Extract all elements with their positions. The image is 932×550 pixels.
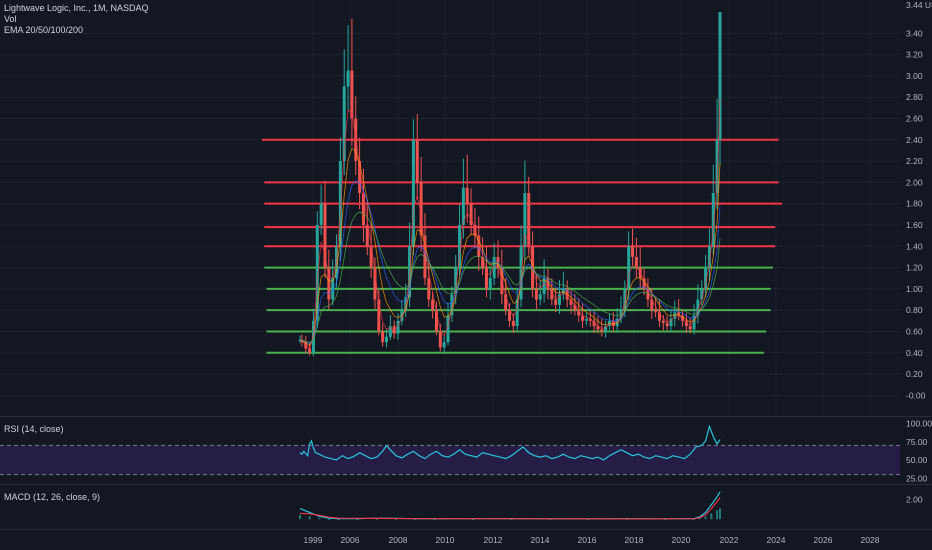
rsi-tick-label: 50.00	[906, 455, 928, 465]
rsi-tick-label: 25.00	[906, 473, 928, 483]
price-tick-label: 2.00	[906, 177, 923, 187]
rsi-legend: RSI (14, close)	[4, 424, 64, 435]
price-tick-label: 0.80	[906, 305, 923, 315]
macd-histogram-bar	[710, 513, 713, 520]
macd-histogram-bar	[308, 516, 311, 520]
price-tick-label: 1.40	[906, 241, 923, 251]
time-tick-label: 2020	[672, 535, 691, 545]
time-tick-label: 2010	[436, 535, 455, 545]
price-tick-label: 2.40	[906, 135, 923, 145]
macd-histogram-bar	[719, 508, 721, 520]
candle-body	[381, 331, 385, 343]
candle-body	[346, 70, 350, 87]
price-tick-label: -0.00	[906, 390, 926, 400]
time-tick-label: 1999	[304, 535, 323, 545]
price-tick-label: 1.60	[906, 220, 923, 230]
candle-body	[431, 299, 435, 311]
candle-body	[511, 320, 515, 327]
macd-tick-label: 2.00	[906, 495, 923, 505]
rsi-tick-label: 75.00	[906, 437, 928, 447]
pane-separator[interactable]	[0, 416, 932, 417]
time-tick-label: 2008	[389, 535, 408, 545]
macd-chart[interactable]: 2.00	[0, 486, 932, 528]
candle-body	[665, 322, 669, 327]
candle-body	[631, 246, 635, 257]
candle-body	[323, 203, 327, 268]
candle-body	[377, 299, 381, 332]
candle-body	[415, 139, 419, 183]
macd-signal-line	[299, 497, 721, 520]
macd-histogram-bar	[704, 516, 707, 520]
candle-body	[384, 336, 388, 343]
price-tick-label: 1.20	[906, 263, 923, 273]
candle-body	[688, 326, 692, 330]
time-tick-label: 2012	[484, 535, 503, 545]
chart-legend: Lightwave Logic, Inc., 1M, NASDAQ Vol EM…	[4, 3, 149, 36]
rsi-chart[interactable]: 100.00 75.00 50.00 25.00	[0, 418, 932, 484]
time-tick-label: 2026	[814, 535, 833, 545]
candle-body	[554, 299, 558, 305]
time-axis[interactable]: 1999 2006 2008 2010 2012 2014 2016 2018 2020 2022…	[0, 530, 932, 550]
time-tick-label: 2006	[341, 535, 360, 545]
rsi-band	[0, 445, 900, 475]
price-tick-label: 2.80	[906, 92, 923, 102]
candle-body	[350, 70, 354, 119]
price-tick-label: 2.60	[906, 113, 923, 123]
time-tick-label: 2014	[531, 535, 550, 545]
time-tick-label: 2028	[861, 535, 880, 545]
price-tick-label: 0.40	[906, 348, 923, 358]
candle-body	[527, 193, 531, 247]
macd-pane[interactable]: 2.00 MACD (12, 26, close, 9)	[0, 486, 932, 528]
rsi-pane[interactable]: 100.00 75.00 50.00 25.00 RSI (14, close)	[0, 418, 932, 484]
candle-body	[515, 299, 519, 327]
candle-body	[465, 187, 469, 204]
main-price-pane[interactable]: 3.40 3.20 3.00 2.80 2.60 2.40 2.20 2.00 1.80 1.60…	[0, 0, 932, 416]
candle-body	[534, 288, 538, 300]
macd-histogram-bar	[318, 518, 321, 520]
macd-legend: MACD (12, 26, close, 9)	[4, 492, 100, 503]
price-tick-label: 1.80	[906, 199, 923, 209]
candle-body	[654, 310, 658, 313]
candle-body	[508, 310, 512, 321]
candle-body	[442, 342, 446, 348]
candle-body	[600, 329, 604, 332]
candle-body	[319, 203, 323, 225]
macd-label: MACD (12, 26, close, 9)	[4, 492, 101, 502]
price-tick-label: 2.20	[906, 156, 923, 166]
pane-separator[interactable]	[0, 484, 932, 485]
macd-line	[299, 491, 721, 520]
price-tick-label: 0.60	[906, 326, 923, 336]
rsi-tick-label: 100.00	[906, 418, 932, 428]
time-tick-label: 2022	[720, 535, 739, 545]
price-chart[interactable]: 3.40 3.20 3.00 2.80 2.60 2.40 2.20 2.00 1.80 1.60…	[0, 0, 932, 416]
macd-histogram-bar	[716, 510, 719, 520]
legend-ema: EMA 20/50/100/200	[4, 25, 84, 35]
legend-symbol: Lightwave Logic, Inc., 1M, NASDAQ	[4, 3, 149, 13]
price-tick-label: 0.20	[906, 369, 923, 379]
legend-volume: Vol	[4, 14, 17, 24]
candle-body	[538, 294, 542, 300]
time-tick-label: 2024	[767, 535, 786, 545]
candle-body	[438, 331, 442, 348]
candle-body	[488, 278, 492, 289]
price-tick-label: 3.20	[906, 50, 923, 60]
candle-body	[661, 320, 665, 323]
price-axis-unit: 3.44 USD	[906, 0, 932, 10]
price-tick-label: 1.00	[906, 284, 923, 294]
rsi-label: RSI (14, close)	[4, 424, 64, 434]
macd-histogram-bar	[299, 514, 301, 520]
time-tick-label: 2018	[625, 535, 644, 545]
candle-body	[338, 161, 342, 247]
price-tick-label: 3.40	[906, 28, 923, 38]
candle-body	[427, 278, 431, 300]
candle-body	[584, 318, 588, 321]
macd-histogram-bar	[327, 518, 330, 520]
time-tick-label: 2016	[578, 535, 597, 545]
price-tick-label: 3.00	[906, 71, 923, 81]
